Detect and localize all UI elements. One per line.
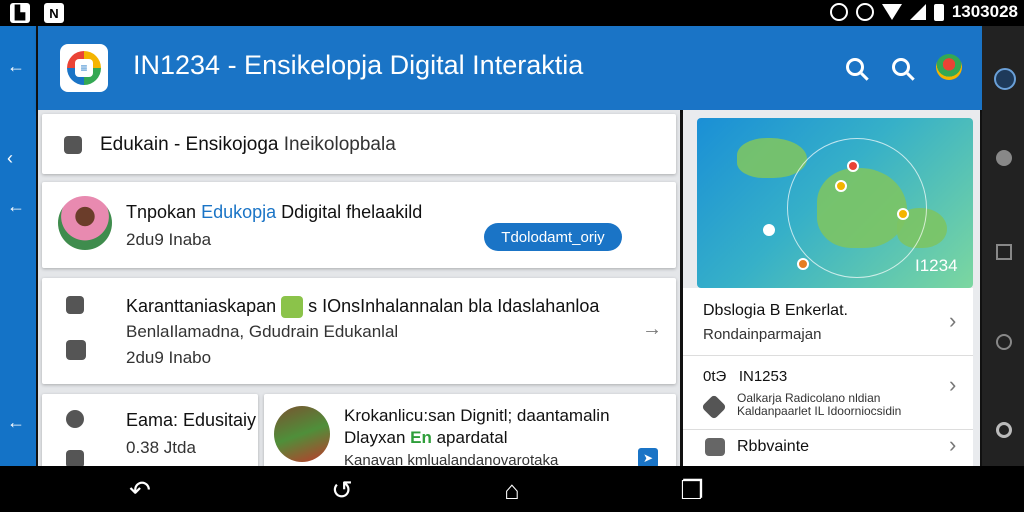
search-icon [846,58,864,76]
search-button[interactable] [840,52,870,82]
bookmark-icon [66,340,86,360]
arrow-right-icon[interactable]: → [642,318,662,341]
compass-icon [701,394,727,420]
data-saver-icon [829,3,848,21]
right-edge-panel [982,26,1024,466]
search-icon[interactable] [996,334,1012,350]
status-clock: 1303028 [951,2,1018,21]
small-card-left-meta: 0.38 Jtda [126,438,196,457]
search-icon[interactable] [996,422,1012,438]
account-button[interactable] [934,52,964,82]
square-icon[interactable] [996,244,1012,260]
search-icon [892,58,910,76]
header-card[interactable]: Edukain - Ensikojoga Inеikolopbala [42,114,676,174]
right-list-item[interactable]: Rbbvainte › [683,430,973,466]
featured-meta: 2du9 Inaba [126,230,212,249]
navigation-bar: ↶ ↺ ⌂ ❐ [0,466,1024,512]
account-icon [936,54,962,80]
article-card[interactable]: Karanttaniaskapan s IOnsInhalannalan bla… [42,278,676,384]
map-pin-icon[interactable] [763,224,775,236]
header-card-title: Edukain - Ensikojoga [100,134,279,155]
battery-icon [933,3,944,21]
small-card-right-line1: Krokanlicu:san Dignitl; daantamalin [344,406,610,425]
circle-icon[interactable] [996,150,1012,166]
status-bar: ▙ N 1303028 [0,0,1024,26]
lock-icon [64,136,82,154]
featured-title: Tnpokan Edukopja Ddigital fhelaakild [126,202,423,222]
undo-icon[interactable]: ↺ [328,475,356,505]
article-subtitle: BenlaIlamadna, Gdudrain Edukanlal [126,322,399,341]
right-list: Dbslogia B Enkerlat. Rondainparmajan › 0… [683,288,973,466]
chevron-right-icon: › [949,308,957,333]
wifi-icon [881,4,902,20]
app-logo: ≡ [60,44,108,92]
search-button-secondary[interactable] [886,52,916,82]
app-title: IN1234 - Ensikelopja Digital Interaktia [133,50,584,80]
grid-icon [705,438,725,456]
main-content: Edukain - Ensikojoga Inеikolopbala Tnpok… [38,110,680,466]
recents-icon[interactable]: ❐ [678,475,706,505]
map-pin-icon[interactable] [897,208,909,220]
world-map-card[interactable]: I1234 [697,118,973,288]
arrow-left-icon[interactable]: ← [7,56,25,77]
back-icon[interactable]: ↶ [126,475,154,505]
share-icon[interactable]: ➤ [638,448,658,466]
small-card-thumbnail [274,406,330,462]
search-icon [66,410,84,428]
small-card-right-line2: Dlayxan En apardatal [344,428,508,447]
right-list-item[interactable]: 0tЭ IN1253 Oalkarja Radicolano nldian Ka… [683,356,973,430]
alarm-icon [855,3,874,21]
notification-n-icon: N [44,3,64,23]
small-card-right[interactable]: Krokanlicu:san Dignitl; daantamalin Dlay… [264,394,676,466]
article-title: Karanttaniaskapan s IOnsInhalannalan bla… [126,296,599,319]
article-meta: 2du9 Inabo [126,348,212,367]
right-list-item-subtitle: Rondainparmajan [703,326,822,343]
quiz-icon [281,296,304,319]
chevron-right-icon: › [949,372,957,397]
right-list-item[interactable]: Dbslogia B Enkerlat. Rondainparmajan › [683,288,973,356]
right-list-item-subtitle: Oalkarja Radicolano nldian Kaldanpaarlet… [737,391,902,418]
home-icon [66,296,84,314]
small-card-left[interactable]: Eama: Edusitaiy 0.38 Jtda [42,394,258,466]
logo-icon: ≡ [75,59,93,77]
map-pin-icon[interactable] [847,160,859,172]
right-list-item-title: Rbbvainte [737,438,810,455]
featured-action-button[interactable]: Tdolodamt_oriy [484,223,622,251]
gallery-icon: ▙ [10,3,30,23]
right-panel: I1234 Dbslogia B Enkerlat. Rondainparmaj… [683,110,980,466]
header-card-subtitle: Inеikolopbala [283,134,396,155]
speed-dial-icon[interactable] [994,68,1016,90]
home-icon[interactable]: ⌂ [498,475,526,505]
small-card-right-line3: Kanavan kmlualandanovarotaka [344,452,559,466]
chevron-left-icon[interactable]: ‹ [7,148,13,169]
small-card-left-title: Eama: Edusitaiy [126,410,257,430]
right-list-item-title: Dbslogia B Enkerlat. [703,302,848,319]
app-bar: ≡ IN1234 - Ensikelopja Digital Interakti… [38,26,982,110]
map-pin-icon[interactable] [835,180,847,192]
chevron-right-icon: › [949,432,957,457]
arrow-left-icon[interactable]: ← [7,196,25,217]
left-edge-panel: ← ‹ ← ← [0,26,36,466]
settings-icon [66,450,84,466]
featured-card[interactable]: Tnpokan Edukopja Ddigital fhelaakild 2du… [42,182,676,268]
signal-icon [909,4,926,20]
featured-avatar [58,196,112,250]
android-screen: ▙ N 1303028 ← ‹ ← ← ≡ IN1234 - Ensikelop… [0,0,1024,512]
map-pin-icon[interactable] [797,258,809,270]
arrow-left-icon[interactable]: ← [7,412,25,433]
map-label: I1234 [915,256,958,275]
right-list-item-title: 0tЭ IN1253 [703,368,788,385]
